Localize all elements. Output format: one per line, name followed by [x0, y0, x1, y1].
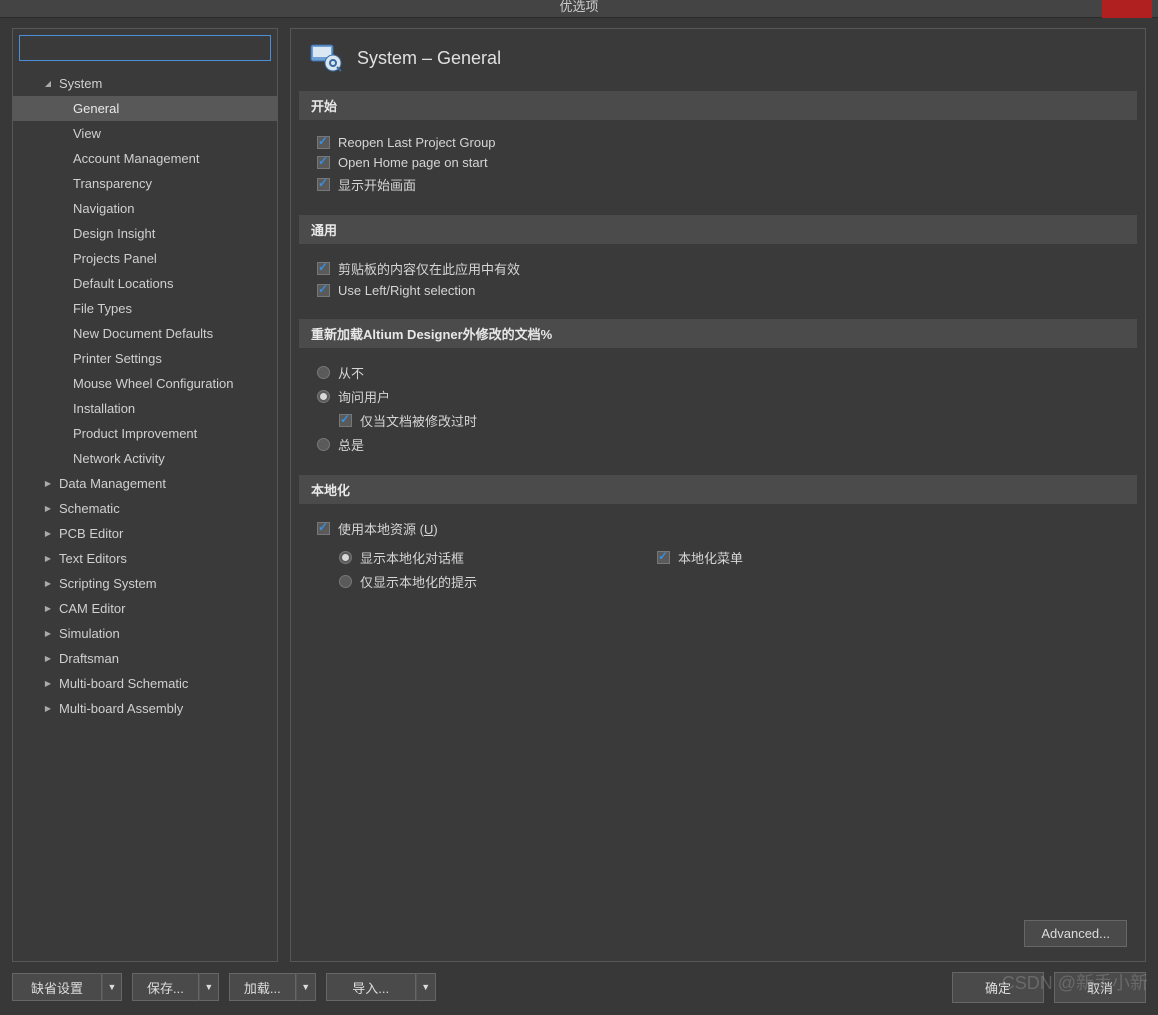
tree-item-default-locations[interactable]: Default Locations	[13, 271, 277, 296]
caret-right-icon	[43, 603, 53, 614]
caret-right-icon	[43, 503, 53, 514]
section-start-title: 开始	[299, 91, 1137, 120]
import-button[interactable]: 导入...▼	[326, 973, 436, 1001]
default-settings-button[interactable]: 缺省设置▼	[12, 973, 122, 1001]
tree-item-product-improvement[interactable]: Product Improvement	[13, 421, 277, 446]
tree-item-multiboard-assembly[interactable]: Multi-board Assembly	[13, 696, 277, 721]
chevron-down-icon[interactable]: ▼	[102, 973, 122, 1001]
tree-item-file-types[interactable]: File Types	[13, 296, 277, 321]
category-tree: System General View Account Management T…	[13, 67, 277, 725]
caret-right-icon	[43, 678, 53, 689]
page-title: System – General	[357, 48, 501, 69]
tree-item-multiboard-schematic[interactable]: Multi-board Schematic	[13, 671, 277, 696]
tree-item-scripting-system[interactable]: Scripting System	[13, 571, 277, 596]
close-button[interactable]	[1102, 0, 1152, 18]
preferences-icon	[309, 43, 345, 73]
caret-right-icon	[43, 653, 53, 664]
caret-right-icon	[43, 703, 53, 714]
reload-always-radio[interactable]: 总是	[317, 435, 1125, 454]
tree-item-view[interactable]: View	[13, 121, 277, 146]
load-button[interactable]: 加载...▼	[229, 973, 316, 1001]
reload-never-radio[interactable]: 从不	[317, 363, 1125, 382]
tree-item-projects-panel[interactable]: Projects Panel	[13, 246, 277, 271]
only-localized-hints-radio[interactable]: 仅显示本地化的提示	[339, 572, 477, 591]
tree-item-printer-settings[interactable]: Printer Settings	[13, 346, 277, 371]
search-input[interactable]	[19, 35, 271, 61]
tree-item-mouse-wheel-configuration[interactable]: Mouse Wheel Configuration	[13, 371, 277, 396]
caret-down-icon	[43, 78, 53, 89]
section-general-title: 通用	[299, 215, 1137, 244]
tree-item-network-activity[interactable]: Network Activity	[13, 446, 277, 471]
save-button[interactable]: 保存...▼	[132, 973, 219, 1001]
caret-right-icon	[43, 578, 53, 589]
titlebar: 优选项	[0, 0, 1158, 18]
chevron-down-icon[interactable]: ▼	[416, 973, 436, 1001]
tree-item-transparency[interactable]: Transparency	[13, 171, 277, 196]
localized-menus-checkbox[interactable]: 本地化菜单	[657, 548, 743, 567]
tree-item-new-document-defaults[interactable]: New Document Defaults	[13, 321, 277, 346]
tree-item-installation[interactable]: Installation	[13, 396, 277, 421]
use-localized-resources-checkbox[interactable]: 使用本地资源 (U)	[317, 519, 1125, 538]
tree-item-account-management[interactable]: Account Management	[13, 146, 277, 171]
left-right-selection-checkbox[interactable]: Use Left/Right selection	[317, 283, 1125, 298]
window-title: 优选项	[559, 0, 598, 14]
show-start-screen-checkbox[interactable]: 显示开始画面	[317, 175, 1125, 194]
tree-item-text-editors[interactable]: Text Editors	[13, 546, 277, 571]
show-localized-dialogs-radio[interactable]: 显示本地化对话框	[339, 548, 477, 567]
clipboard-local-checkbox[interactable]: 剪贴板的内容仅在此应用中有效	[317, 259, 1125, 278]
sidebar: System General View Account Management T…	[12, 28, 278, 962]
footer: 缺省设置▼ 保存...▼ 加载...▼ 导入...▼ 确定 取消	[0, 962, 1158, 1012]
tree-item-general[interactable]: General	[13, 96, 277, 121]
caret-right-icon	[43, 528, 53, 539]
reopen-last-project-checkbox[interactable]: Reopen Last Project Group	[317, 135, 1125, 150]
tree-item-data-management[interactable]: Data Management	[13, 471, 277, 496]
tree-item-simulation[interactable]: Simulation	[13, 621, 277, 646]
section-localization-title: 本地化	[299, 475, 1137, 504]
tree-item-pcb-editor[interactable]: PCB Editor	[13, 521, 277, 546]
advanced-button[interactable]: Advanced...	[1024, 920, 1127, 947]
chevron-down-icon[interactable]: ▼	[296, 973, 316, 1001]
tree-item-design-insight[interactable]: Design Insight	[13, 221, 277, 246]
caret-right-icon	[43, 478, 53, 489]
cancel-button[interactable]: 取消	[1054, 972, 1146, 1003]
caret-right-icon	[43, 628, 53, 639]
tree-item-navigation[interactable]: Navigation	[13, 196, 277, 221]
ok-button[interactable]: 确定	[952, 972, 1044, 1003]
tree-item-system[interactable]: System	[13, 71, 277, 96]
open-home-checkbox[interactable]: Open Home page on start	[317, 155, 1125, 170]
caret-right-icon	[43, 553, 53, 564]
chevron-down-icon[interactable]: ▼	[199, 973, 219, 1001]
tree-item-schematic[interactable]: Schematic	[13, 496, 277, 521]
tree-item-cam-editor[interactable]: CAM Editor	[13, 596, 277, 621]
reload-ask-radio[interactable]: 询问用户	[317, 387, 1125, 406]
section-reload-title: 重新加载Altium Designer外修改的文档%	[299, 319, 1137, 348]
only-when-modified-checkbox[interactable]: 仅当文档被修改过时	[339, 411, 1125, 430]
tree-item-draftsman[interactable]: Draftsman	[13, 646, 277, 671]
content-panel: System – General 开始 Reopen Last Project …	[290, 28, 1146, 962]
